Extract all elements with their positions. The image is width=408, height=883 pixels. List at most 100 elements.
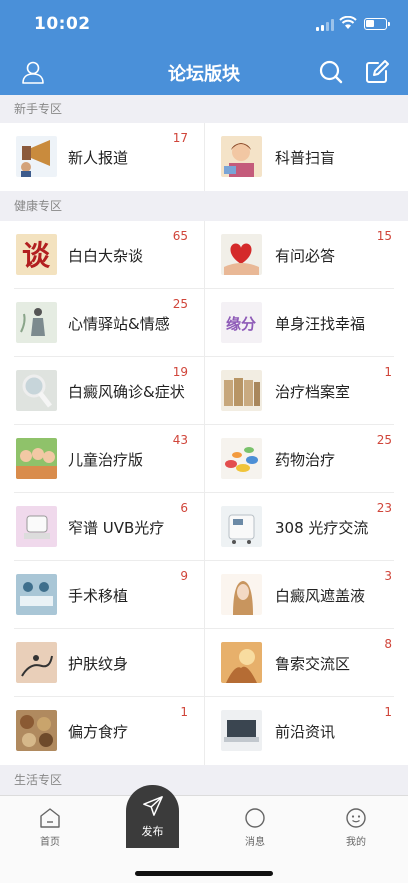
board-thumbnail	[16, 136, 57, 177]
board-name: 白癜风确诊&症状	[68, 383, 185, 401]
board-thumbnail	[221, 136, 262, 177]
board-row: 儿童治疗版 43 药物治疗 25	[14, 425, 394, 493]
new-post-count: 25	[376, 433, 392, 447]
new-post-count: 1	[180, 705, 188, 719]
send-icon	[142, 796, 163, 816]
board-cell[interactable]: 前沿资讯 1	[204, 697, 394, 765]
board-thumbnail	[16, 574, 57, 615]
battery-icon	[364, 18, 390, 30]
board-thumbnail: 谈	[16, 234, 57, 275]
new-post-count: 6	[180, 501, 188, 515]
status-time: 10:02	[34, 14, 91, 34]
board-cell[interactable]: 儿童治疗版 43	[14, 425, 204, 493]
board-name: 手术移植	[68, 587, 129, 605]
board-name: 有问必答	[275, 247, 336, 265]
new-post-count: 19	[172, 365, 188, 379]
tab-home[interactable]: 首页	[20, 806, 80, 848]
new-post-count: 9	[180, 569, 188, 583]
board-row: 窄谱 UVB光疗 6 308 光疗交流 23	[14, 493, 394, 561]
tab-home-label: 首页	[40, 837, 60, 848]
page-title: 论坛版块	[168, 64, 240, 85]
tab-bar: 首页 发布 消息 我的	[0, 785, 408, 883]
board-cell[interactable]: 白癜风遮盖液 3	[204, 561, 394, 629]
board-thumbnail	[221, 370, 262, 411]
board-cell[interactable]: 偏方食疗 1	[14, 697, 204, 765]
board-row: 手术移植 9 白癜风遮盖液 3	[14, 561, 394, 629]
new-post-count: 8	[384, 637, 392, 651]
board-name: 单身汪找幸福	[275, 315, 366, 333]
tab-me[interactable]: 我的	[326, 806, 386, 848]
svg-text:谈: 谈	[22, 239, 51, 272]
board-cell[interactable]: 药物治疗 25	[204, 425, 394, 493]
board-row: 护肤纹身 鲁索交流区 8	[14, 629, 394, 697]
board-cell[interactable]: 缘分 单身汪找幸福	[204, 289, 394, 357]
board-row: 白癜风确诊&症状 19 治疗档案室 1	[14, 357, 394, 425]
section-header: 生活专区	[0, 765, 408, 795]
forum-board-list[interactable]: 新手专区 新人报道 17 科普扫盲 健康专区谈白白大杂谈 65 有问必答 15 心情驿站&情感 2…	[0, 95, 408, 795]
board-thumbnail	[221, 506, 262, 547]
board-thumbnail	[16, 710, 57, 751]
board-cell[interactable]: 谈白白大杂谈 65	[14, 221, 204, 289]
new-post-count: 3	[384, 569, 392, 583]
new-post-count: 1	[384, 365, 392, 379]
board-name: 偏方食疗	[68, 723, 129, 741]
board-cell[interactable]: 有问必答 15	[204, 221, 394, 289]
status-bar: 10:02	[0, 0, 408, 50]
search-icon[interactable]	[318, 59, 344, 85]
wifi-icon	[339, 16, 357, 29]
board-cell[interactable]: 白癜风确诊&症状 19	[14, 357, 204, 425]
svg-text:缘分: 缘分	[226, 315, 256, 333]
section-header: 新手专区	[0, 95, 408, 123]
board-thumbnail	[16, 370, 57, 411]
board-thumbnail	[221, 438, 262, 479]
board-name: 儿童治疗版	[68, 451, 144, 469]
board-cell[interactable]: 鲁索交流区 8	[204, 629, 394, 697]
section-header: 健康专区	[0, 191, 408, 221]
board-thumbnail	[16, 302, 57, 343]
signal-icon	[316, 19, 334, 31]
home-icon	[40, 808, 60, 828]
message-icon	[245, 808, 265, 828]
tab-me-label: 我的	[346, 837, 366, 848]
board-name: 白白大杂谈	[68, 247, 144, 265]
new-post-count: 65	[172, 229, 188, 243]
tab-messages-label: 消息	[245, 837, 265, 848]
board-thumbnail	[16, 438, 57, 479]
board-name: 前沿资讯	[275, 723, 336, 741]
board-name: 治疗档案室	[275, 383, 351, 401]
new-post-count: 43	[172, 433, 188, 447]
board-row: 心情驿站&情感 25 缘分 单身汪找幸福	[14, 289, 394, 357]
tab-messages[interactable]: 消息	[225, 806, 285, 848]
board-thumbnail	[16, 506, 57, 547]
publish-button[interactable]: 发布	[126, 785, 179, 848]
board-cell[interactable]: 窄谱 UVB光疗 6	[14, 493, 204, 561]
board-thumbnail	[221, 642, 262, 683]
board-name: 白癜风遮盖液	[275, 587, 366, 605]
board-thumbnail: 缘分	[221, 302, 262, 343]
board-cell[interactable]: 护肤纹身	[14, 629, 204, 697]
new-post-count: 25	[172, 297, 188, 311]
board-row: 偏方食疗 1 前沿资讯 1	[14, 697, 394, 765]
new-post-count: 23	[376, 501, 392, 515]
edit-icon[interactable]	[364, 59, 390, 85]
board-name: 窄谱 UVB光疗	[68, 519, 165, 537]
board-thumbnail	[16, 642, 57, 683]
board-cell[interactable]: 308 光疗交流 23	[204, 493, 394, 561]
face-icon	[346, 808, 366, 828]
board-row: 谈白白大杂谈 65 有问必答 15	[14, 221, 394, 289]
home-indicator	[135, 871, 273, 876]
nav-bar: 论坛版块	[0, 50, 408, 95]
board-thumbnail	[221, 234, 262, 275]
board-cell[interactable]: 治疗档案室 1	[204, 357, 394, 425]
new-post-count: 17	[172, 131, 188, 145]
board-name: 鲁索交流区	[275, 655, 351, 673]
board-name: 心情驿站&情感	[68, 315, 170, 333]
board-name: 护肤纹身	[68, 655, 129, 673]
new-post-count: 15	[376, 229, 392, 243]
board-cell[interactable]: 手术移植 9	[14, 561, 204, 629]
board-cell[interactable]: 新人报道 17	[14, 123, 204, 191]
board-cell[interactable]: 心情驿站&情感 25	[14, 289, 204, 357]
board-cell[interactable]: 科普扫盲	[204, 123, 394, 191]
board-name: 308 光疗交流	[275, 519, 369, 537]
battery-level	[366, 20, 374, 27]
